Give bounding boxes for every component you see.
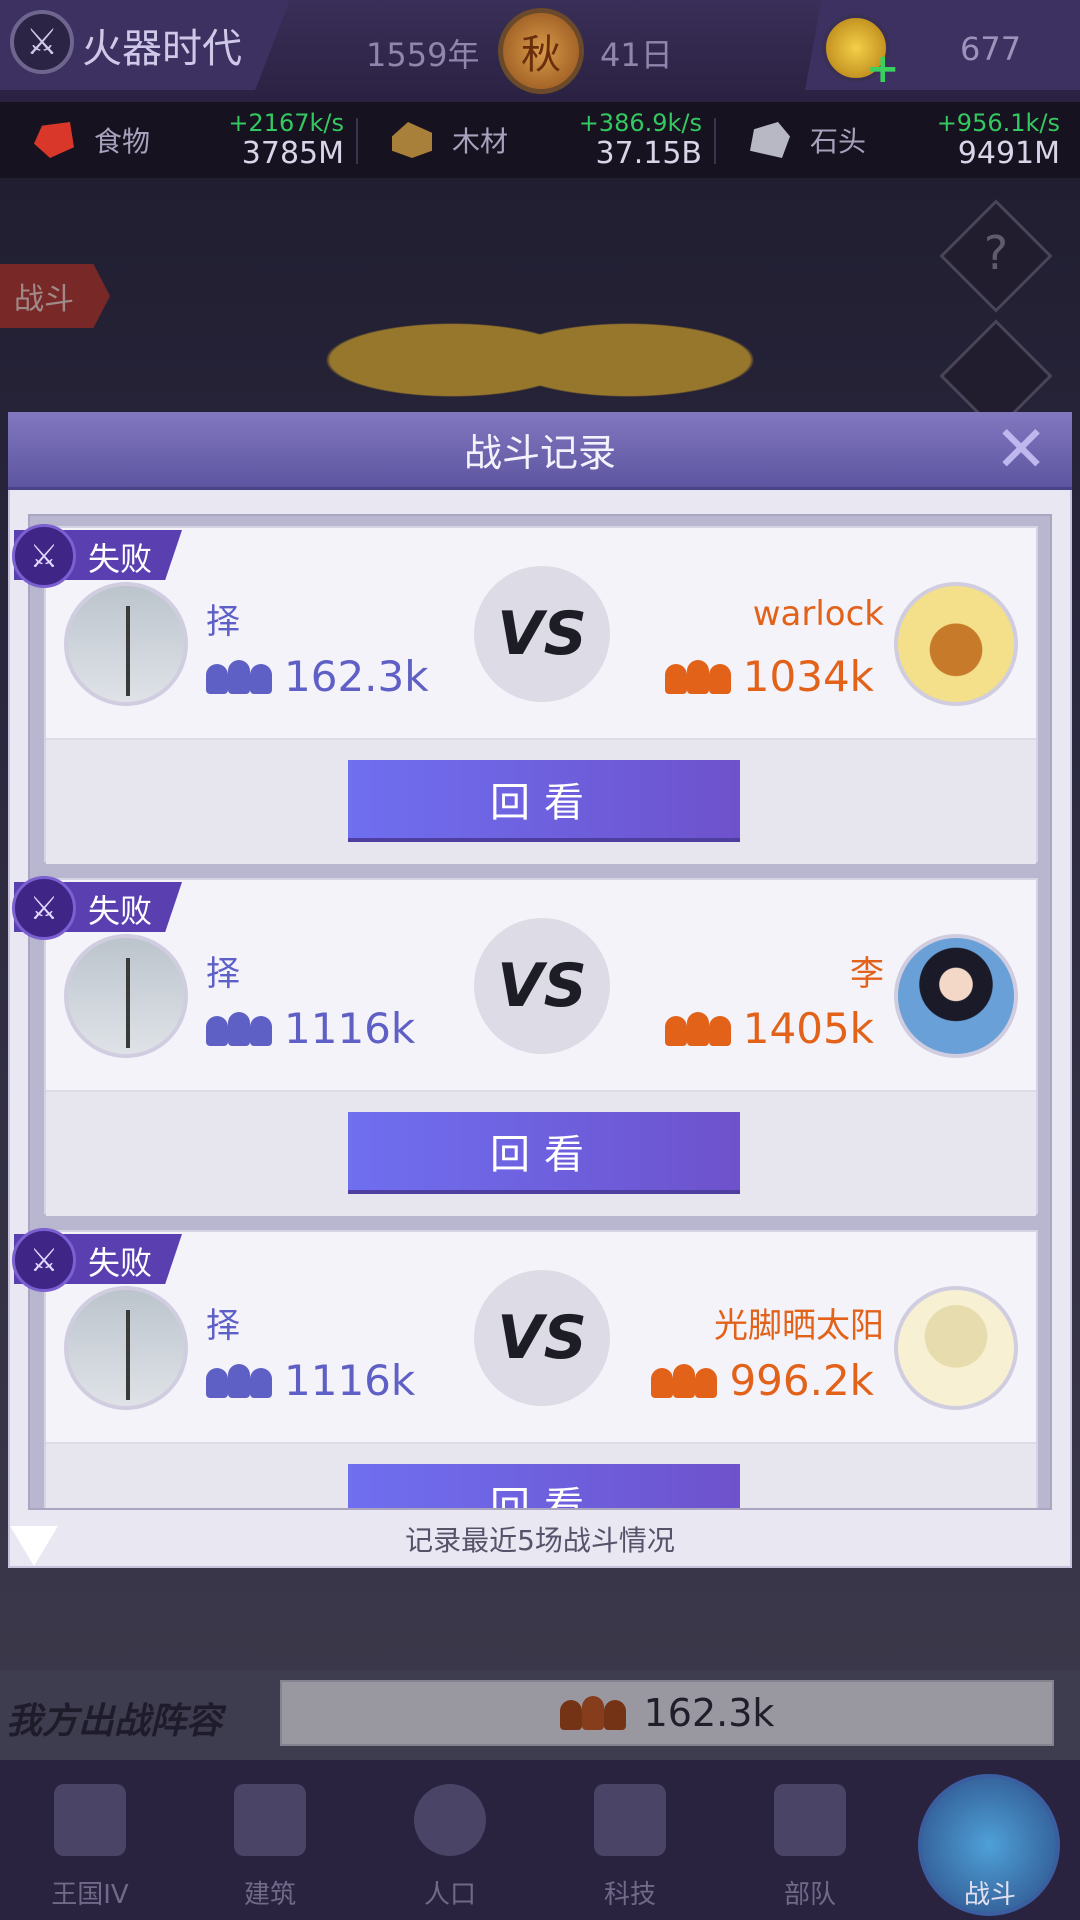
replay-button[interactable]: 回看 bbox=[348, 1464, 740, 1508]
resource-rate: +386.9k/s bbox=[578, 109, 702, 137]
opponent-avatar[interactable] bbox=[894, 934, 1018, 1058]
nav-label: 王国IV bbox=[51, 1880, 129, 1910]
record-list[interactable]: 择 162.3k VS warlock 1034k 回看 择 1116k VS … bbox=[28, 514, 1052, 1510]
my-power: 162.3k bbox=[206, 652, 429, 701]
nav-label: 战斗 bbox=[963, 1880, 1016, 1910]
my-avatar bbox=[64, 934, 188, 1058]
house-icon bbox=[234, 1784, 306, 1856]
nav-tab-buildings[interactable]: 建筑 bbox=[180, 1770, 360, 1920]
my-avatar bbox=[64, 1286, 188, 1410]
opponent-power-value: 996.2k bbox=[729, 1356, 874, 1405]
dialog-header: 战斗记录 bbox=[8, 412, 1072, 490]
replay-button[interactable]: 回看 bbox=[348, 1112, 740, 1194]
opponent-avatar[interactable] bbox=[894, 1286, 1018, 1410]
add-currency-icon[interactable]: + bbox=[866, 46, 900, 92]
crossed-swords-icon bbox=[954, 1784, 1026, 1856]
meat-icon bbox=[34, 122, 74, 158]
banner-icon bbox=[774, 1784, 846, 1856]
nav-tab-troops[interactable]: 部队 bbox=[720, 1770, 900, 1920]
opponent-name: 光脚晒太阳 bbox=[714, 1306, 884, 1346]
resource-food: 食物 +2167k/s 3785M bbox=[0, 102, 358, 178]
vs-icon: VS bbox=[474, 918, 610, 1054]
my-avatar bbox=[64, 582, 188, 706]
my-power: 1116k bbox=[206, 1356, 415, 1405]
nav-tab-kingdom[interactable]: 王国IV bbox=[0, 1770, 180, 1920]
resource-amount: 37.15B bbox=[595, 136, 702, 171]
resource-rate: +956.1k/s bbox=[936, 109, 1060, 137]
day-label: 41日 bbox=[600, 36, 673, 74]
my-power-value: 1116k bbox=[284, 1356, 416, 1405]
year-label: 1559年 bbox=[366, 36, 480, 74]
resource-name: 石头 bbox=[810, 125, 867, 158]
resource-stone: 石头 +956.1k/s 9491M bbox=[716, 102, 1074, 178]
people-icon bbox=[206, 659, 272, 694]
nav-label: 人口 bbox=[423, 1880, 476, 1910]
my-power: 1116k bbox=[206, 1004, 415, 1053]
my-name: 择 bbox=[206, 1306, 240, 1346]
people-icon bbox=[664, 1011, 731, 1046]
crossed-swords-icon: ⚔ bbox=[12, 876, 76, 940]
era-name: 火器时代 bbox=[82, 26, 242, 72]
opponent-power: 996.2k bbox=[651, 1356, 874, 1405]
opponent-power: 1034k bbox=[664, 652, 874, 701]
nav-label: 科技 bbox=[603, 1880, 656, 1910]
opponent-avatar[interactable] bbox=[894, 582, 1018, 706]
dialog-title: 战斗记录 bbox=[463, 431, 616, 475]
nav-tab-battle[interactable]: 战斗 bbox=[900, 1770, 1080, 1920]
my-power-value: 162.3k bbox=[284, 652, 429, 701]
my-name: 择 bbox=[206, 602, 240, 642]
vs-icon: VS bbox=[474, 566, 610, 702]
result-label: 失败 bbox=[88, 540, 153, 578]
nav-label: 部队 bbox=[783, 1880, 836, 1910]
wood-icon bbox=[392, 122, 432, 158]
book-icon bbox=[594, 1784, 666, 1856]
resource-rate: +2167k/s bbox=[228, 109, 344, 137]
opponent-name: warlock bbox=[752, 594, 884, 634]
people-icon bbox=[206, 1011, 272, 1046]
resource-amount: 3785M bbox=[241, 136, 344, 171]
season-badge: 秋 bbox=[498, 8, 584, 94]
nav-tab-technology[interactable]: 科技 bbox=[540, 1770, 720, 1920]
resource-amount: 9491M bbox=[957, 136, 1060, 171]
castle-icon bbox=[54, 1784, 126, 1856]
corner-decoration bbox=[10, 1526, 58, 1566]
my-name: 择 bbox=[206, 954, 240, 994]
footer-note: 记录最近5场战斗情况 bbox=[405, 1524, 675, 1557]
close-button[interactable]: ✕ bbox=[990, 418, 1052, 482]
person-icon bbox=[414, 1784, 486, 1856]
nav-label: 建筑 bbox=[243, 1880, 296, 1910]
people-icon bbox=[651, 1363, 718, 1398]
battle-record-card: 择 1116k VS 光脚晒太阳 996.2k 回看 bbox=[44, 1230, 1038, 1508]
resource-name: 木材 bbox=[452, 125, 509, 158]
result-label: 失败 bbox=[88, 892, 153, 930]
opponent-power-value: 1034k bbox=[742, 652, 874, 701]
currency-amount: 677 bbox=[960, 30, 1022, 68]
musket-icon: ⚔ bbox=[10, 10, 74, 74]
opponent-power-value: 1405k bbox=[742, 1004, 874, 1053]
dialog-footer: 记录最近5场战斗情况 bbox=[8, 1510, 1072, 1568]
people-icon bbox=[206, 1363, 272, 1398]
nav-tab-population[interactable]: 人口 bbox=[360, 1770, 540, 1920]
my-power-value: 1116k bbox=[284, 1004, 416, 1053]
resource-name: 食物 bbox=[94, 125, 151, 158]
people-icon bbox=[664, 659, 731, 694]
result-label: 失败 bbox=[88, 1244, 153, 1282]
replay-button[interactable]: 回看 bbox=[348, 760, 740, 842]
opponent-name: 李 bbox=[850, 954, 884, 994]
battle-record-card: 择 1116k VS 李 1405k 回看 bbox=[44, 878, 1038, 1216]
battle-record-card: 择 162.3k VS warlock 1034k 回看 bbox=[44, 526, 1038, 864]
crossed-swords-icon: ⚔ bbox=[12, 524, 76, 588]
opponent-power: 1405k bbox=[664, 1004, 874, 1053]
crossed-swords-icon: ⚔ bbox=[12, 1228, 76, 1292]
vs-icon: VS bbox=[474, 1270, 610, 1406]
stone-icon bbox=[750, 122, 790, 158]
resource-wood: 木材 +386.9k/s 37.15B bbox=[358, 102, 716, 178]
